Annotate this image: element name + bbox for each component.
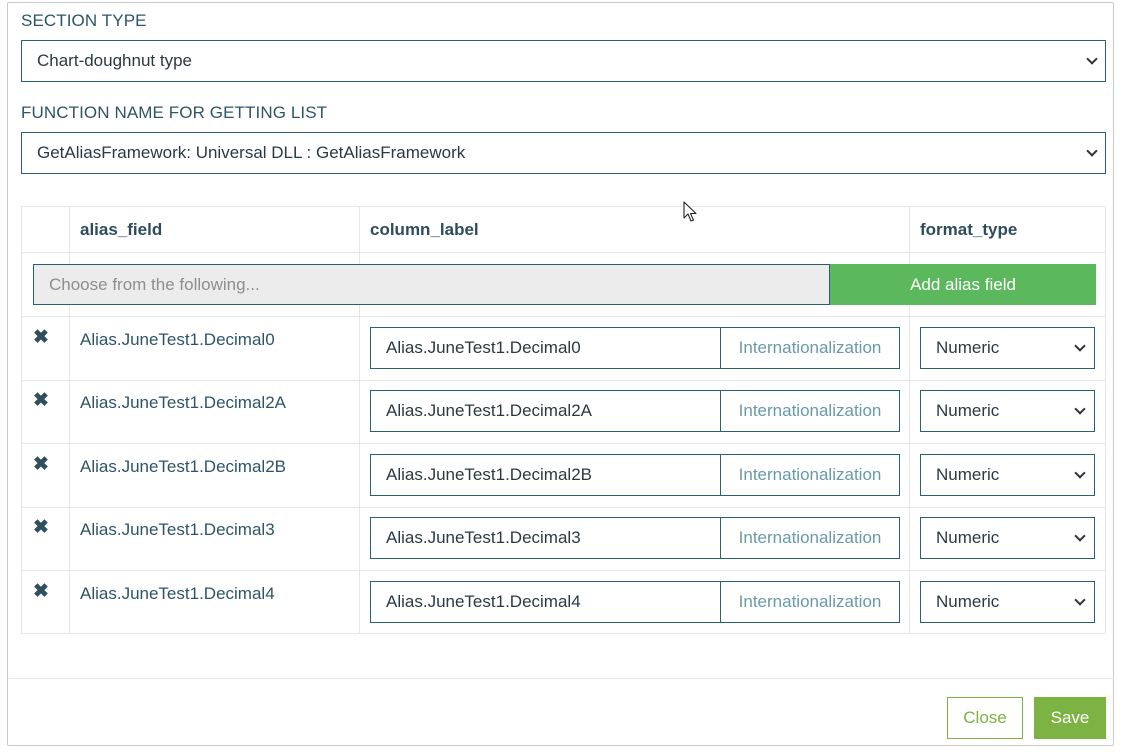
format-type-value: Numeric bbox=[936, 592, 1000, 611]
chevron-down-icon bbox=[1074, 467, 1086, 479]
delete-x-icon[interactable]: ✖ bbox=[33, 391, 49, 411]
choose-alias-input[interactable]: Choose from the following... bbox=[33, 264, 830, 305]
column-label-input[interactable]: Alias.JuneTest1.Decimal0 bbox=[370, 327, 721, 369]
row-divider bbox=[22, 570, 1105, 571]
chevron-down-icon bbox=[1086, 145, 1098, 157]
delete-x-icon[interactable]: ✖ bbox=[33, 455, 49, 475]
section-type-value: Chart-doughnut type bbox=[37, 51, 192, 70]
function-name-select[interactable]: GetAliasFramework: Universal DLL : GetAl… bbox=[21, 132, 1106, 174]
format-type-select[interactable]: Numeric bbox=[920, 517, 1095, 559]
alias-field-value: Alias.JuneTest1.Decimal2B bbox=[80, 457, 286, 476]
delete-x-icon[interactable]: ✖ bbox=[33, 328, 49, 348]
internationalization-button[interactable]: Internationalization bbox=[720, 390, 900, 432]
column-label-input[interactable]: Alias.JuneTest1.Decimal2B bbox=[370, 454, 721, 496]
format-type-value: Numeric bbox=[936, 338, 1000, 357]
internationalization-button[interactable]: Internationalization bbox=[720, 517, 900, 559]
internationalization-button[interactable]: Internationalization bbox=[720, 327, 900, 369]
alias-field-table: alias_field column_label format_type Cho… bbox=[21, 206, 1106, 634]
header-format-type: format_type bbox=[920, 220, 1018, 239]
row-divider bbox=[22, 252, 1105, 253]
row-divider bbox=[22, 443, 1105, 444]
column-label-input[interactable]: Alias.JuneTest1.Decimal4 bbox=[370, 581, 721, 623]
delete-x-icon[interactable]: ✖ bbox=[33, 582, 49, 602]
chevron-down-icon bbox=[1074, 340, 1086, 352]
row-divider bbox=[22, 316, 1105, 317]
column-label-input[interactable]: Alias.JuneTest1.Decimal3 bbox=[370, 517, 721, 559]
alias-field-value: Alias.JuneTest1.Decimal4 bbox=[80, 584, 275, 603]
function-name-value: GetAliasFramework: Universal DLL : GetAl… bbox=[37, 143, 466, 162]
format-type-value: Numeric bbox=[936, 465, 1000, 484]
row-divider bbox=[22, 380, 1105, 381]
internationalization-button[interactable]: Internationalization bbox=[720, 454, 900, 496]
column-label-input[interactable]: Alias.JuneTest1.Decimal2A bbox=[370, 390, 721, 432]
add-alias-field-button[interactable]: Add alias field bbox=[830, 264, 1096, 305]
format-type-select[interactable]: Numeric bbox=[920, 327, 1095, 369]
format-type-value: Numeric bbox=[936, 401, 1000, 420]
format-type-select[interactable]: Numeric bbox=[920, 454, 1095, 496]
section-type-select[interactable]: Chart-doughnut type bbox=[21, 40, 1106, 82]
header-column-label: column_label bbox=[370, 220, 479, 239]
footer-divider bbox=[9, 678, 1114, 679]
section-type-label: SECTION TYPE bbox=[21, 11, 147, 30]
close-button[interactable]: Close bbox=[947, 697, 1023, 739]
format-type-value: Numeric bbox=[936, 528, 1000, 547]
header-alias-field: alias_field bbox=[80, 220, 163, 239]
format-type-select[interactable]: Numeric bbox=[920, 581, 1095, 623]
alias-field-value: Alias.JuneTest1.Decimal2A bbox=[80, 393, 286, 412]
chevron-down-icon bbox=[1086, 53, 1098, 65]
save-button[interactable]: Save bbox=[1034, 697, 1106, 739]
alias-field-value: Alias.JuneTest1.Decimal0 bbox=[80, 330, 275, 349]
chevron-down-icon bbox=[1074, 403, 1086, 415]
chevron-down-icon bbox=[1074, 594, 1086, 606]
delete-x-icon[interactable]: ✖ bbox=[33, 518, 49, 538]
internationalization-button[interactable]: Internationalization bbox=[720, 581, 900, 623]
format-type-select[interactable]: Numeric bbox=[920, 390, 1095, 432]
alias-field-value: Alias.JuneTest1.Decimal3 bbox=[80, 520, 275, 539]
mouse-pointer-icon bbox=[683, 201, 697, 222]
function-name-label: FUNCTION NAME FOR GETTING LIST bbox=[21, 103, 328, 122]
chevron-down-icon bbox=[1074, 530, 1086, 542]
row-divider bbox=[22, 507, 1105, 508]
